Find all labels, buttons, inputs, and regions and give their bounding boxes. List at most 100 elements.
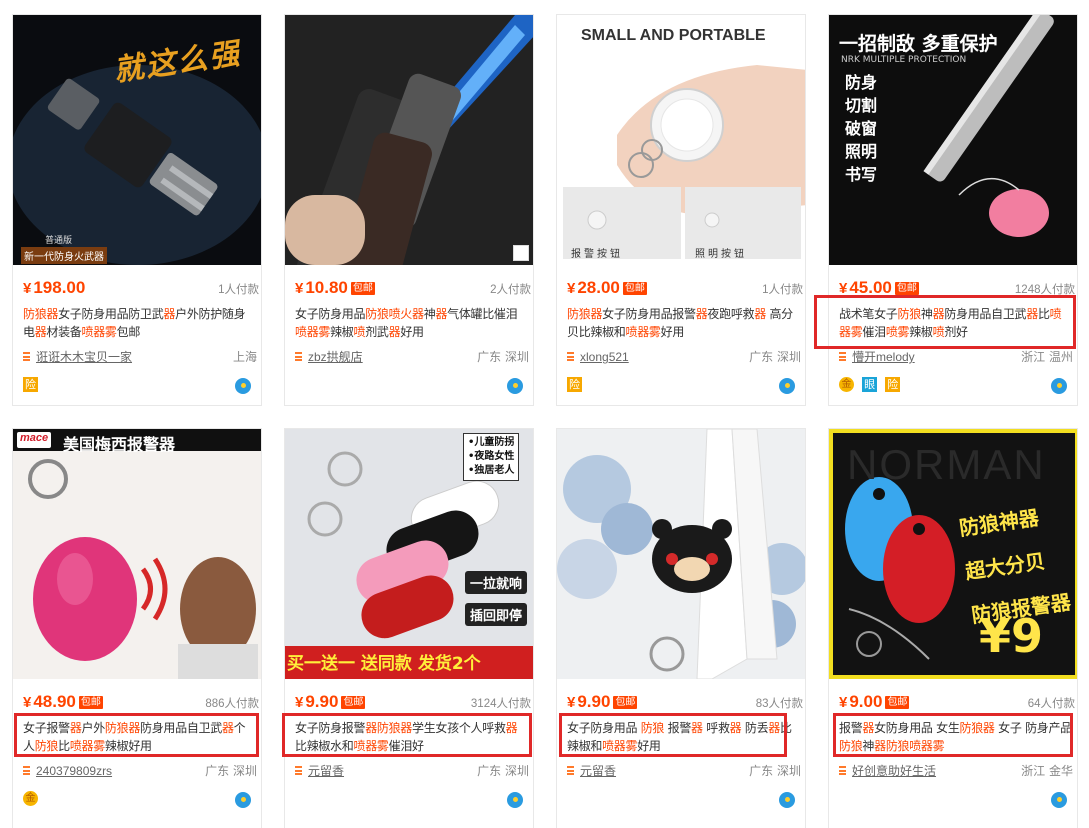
- thumb-brand: mace: [20, 432, 49, 444]
- badges: 险: [23, 377, 41, 395]
- wangwang-chat-icon[interactable]: [779, 792, 795, 808]
- insurance-icon[interactable]: 险: [23, 377, 38, 392]
- feature-item: 书写: [845, 165, 878, 184]
- shop-name[interactable]: xlong521: [580, 348, 629, 366]
- product-image[interactable]: mace 美国梅西报警器: [13, 429, 261, 679]
- title-segment: 器: [754, 307, 766, 321]
- price: ¥48.90 包邮: [23, 692, 103, 711]
- shop-icon: [567, 766, 574, 775]
- wangwang-chat-icon[interactable]: [507, 792, 523, 808]
- price-row: ¥28.00 包邮 1人付款: [567, 278, 803, 300]
- feature-item: 照明: [845, 142, 878, 161]
- title-segment: 女子防身用品报警: [602, 307, 696, 321]
- title-segment: 器: [46, 307, 59, 321]
- sales-count: 3124人付款: [470, 698, 531, 710]
- find-similar-icon[interactable]: [513, 245, 529, 261]
- sales-count: 1人付款: [762, 284, 803, 296]
- shop-name[interactable]: 诳诳木木宝贝一家: [36, 348, 132, 366]
- product-card[interactable]: NORMAN 防狼神器 超大分贝 防狼报警器 ¥9 ¥9.00 包邮 64人付款 …: [828, 428, 1078, 828]
- sales-count: 2人付款: [490, 284, 531, 296]
- sales-count: 886人付款: [205, 698, 259, 710]
- thumb-target-list: •儿童防拐 •夜路女性 •独居老人: [463, 433, 520, 481]
- product-image[interactable]: NORMAN 防狼神器 超大分贝 防狼报警器 ¥9: [829, 429, 1077, 679]
- product-card[interactable]: SMALL AND PORTABLE 报警按钮 照明按钮 ¥28.00 包邮 1人…: [556, 14, 806, 406]
- title-segment: 防狼: [567, 307, 591, 321]
- title-segment: 喷: [353, 325, 366, 339]
- thumb-price: ¥9: [979, 609, 1044, 663]
- insurance-icon[interactable]: 险: [567, 377, 582, 392]
- title-segment: 器: [388, 325, 401, 339]
- title-segment: 剂武: [365, 325, 389, 339]
- highlight-box: [833, 713, 1073, 757]
- title-segment: 器: [590, 307, 603, 321]
- shop-name[interactable]: 元留香: [308, 762, 344, 780]
- product-image[interactable]: 就这么强 普通版 新一代防身火武器: [13, 15, 261, 265]
- product-card[interactable]: mace 美国梅西报警器 ¥48.90 包邮 886人付款 女子报警器户外防狼器防…: [12, 428, 262, 828]
- shop-name[interactable]: zbz拱舰店: [308, 348, 363, 366]
- price: ¥9.00 包邮: [839, 692, 910, 711]
- eye-badge-icon[interactable]: 眼: [862, 377, 878, 392]
- wangwang-chat-icon[interactable]: [507, 378, 523, 394]
- thumb-caption-bottom: 买一送一 送同款 发货2个: [287, 654, 481, 674]
- title-segment: 神: [423, 307, 436, 321]
- location: 广东 深圳: [477, 350, 529, 364]
- title-segment: 夜跑呼救: [707, 307, 755, 321]
- free-shipping-badge: 包邮: [613, 696, 638, 709]
- title-segment: 器: [412, 307, 424, 321]
- wangwang-chat-icon[interactable]: [1051, 378, 1067, 394]
- price-row: ¥9.00 包邮 64人付款: [839, 692, 1075, 714]
- product-card[interactable]: ¥10.80 包邮 2人付款 女子防身用品防狼喷火器神器气体罐比催泪喷器雾辣椒喷剂…: [284, 14, 534, 406]
- shop-row: 懵开melody 浙江 温州: [839, 348, 1075, 366]
- shop-row: 元留香 广东 深圳: [295, 762, 531, 780]
- title-segment: 器: [695, 307, 708, 321]
- thumb-caption-sub: NRK MULTIPLE PROTECTION: [841, 55, 967, 65]
- wangwang-chat-icon[interactable]: [1051, 792, 1067, 808]
- free-shipping-badge: 包邮: [885, 696, 910, 709]
- product-image[interactable]: [557, 429, 805, 679]
- price-row: ¥9.90 包邮 83人付款: [567, 692, 803, 714]
- shop-row: xlong521 广东 深圳: [567, 348, 803, 366]
- shop-name[interactable]: 懵开melody: [852, 348, 915, 366]
- location: 浙江 温州: [1021, 350, 1073, 364]
- title-segment: 器: [163, 307, 176, 321]
- thumb-caption-bottom: 新一代防身火武器: [21, 247, 107, 264]
- gold-seller-icon[interactable]: 金: [839, 377, 854, 392]
- product-card[interactable]: •儿童防拐 •夜路女性 •独居老人 一拉就响 插回即停 买一送一 送同款 发货2…: [284, 428, 534, 828]
- location: 上海: [232, 350, 257, 364]
- product-title[interactable]: 女子防身用品防狼喷火器神器气体罐比催泪喷器雾辣椒喷剂武器好用: [295, 305, 529, 345]
- shop-name[interactable]: 好创意助好生活: [852, 762, 936, 780]
- free-shipping-badge: 包邮: [894, 282, 919, 295]
- shop-row: 240379809zrs 广东 深圳: [23, 762, 259, 780]
- product-title[interactable]: 防狼器女子防身用品防卫武器户外防护随身电器材装备喷器雾包邮: [23, 305, 257, 345]
- price: ¥9.90 包邮: [567, 692, 638, 711]
- wangwang-chat-icon[interactable]: [235, 378, 251, 394]
- product-image[interactable]: •儿童防拐 •夜路女性 •独居老人 一拉就响 插回即停 买一送一 送同款 发货2…: [285, 429, 533, 679]
- thumb-tag-pull: 一拉就响: [465, 571, 528, 594]
- sales-count: 83人付款: [755, 698, 803, 710]
- product-title[interactable]: 防狼器女子防身用品报警器夜跑呼救器 高分贝比辣椒和喷器雾好用: [567, 305, 801, 345]
- wangwang-chat-icon[interactable]: [779, 378, 795, 394]
- product-card[interactable]: ¥9.90 包邮 83人付款 女子防身用品 防狼 报警器 呼救器 防丢器比辣椒和喷…: [556, 428, 806, 828]
- shop-name[interactable]: 元留香: [580, 762, 616, 780]
- shop-icon: [295, 352, 302, 361]
- product-image[interactable]: [285, 15, 533, 265]
- highlight-box: [282, 713, 532, 757]
- product-card[interactable]: 就这么强 普通版 新一代防身火武器 ¥198.00 1人付款 防狼器女子防身用品…: [12, 14, 262, 406]
- product-image[interactable]: SMALL AND PORTABLE 报警按钮 照明按钮: [557, 15, 805, 265]
- thumb-caption-small: 普通版: [45, 236, 73, 246]
- price-row: ¥9.90 包邮 3124人付款: [295, 692, 531, 714]
- wangwang-chat-icon[interactable]: [235, 792, 251, 808]
- target-item: •独居老人: [468, 465, 515, 476]
- product-image[interactable]: 一招制敌 多重保护 NRK MULTIPLE PROTECTION 防身 切割 …: [829, 15, 1077, 265]
- badges: 险: [567, 377, 585, 395]
- insurance-icon[interactable]: 险: [885, 377, 901, 392]
- price: ¥9.90 包邮: [295, 692, 366, 711]
- shop-row: 诳诳木木宝贝一家 上海: [23, 348, 259, 366]
- shop-name[interactable]: 240379809zrs: [36, 762, 112, 780]
- feature-item: 破窗: [845, 119, 878, 138]
- gold-seller-icon[interactable]: 金: [23, 791, 38, 806]
- thumb-label-left: 报警按钮: [571, 249, 623, 260]
- title-segment: 器: [435, 307, 448, 321]
- target-item: •儿童防拐: [468, 437, 515, 448]
- location: 浙江 金华: [1021, 764, 1073, 778]
